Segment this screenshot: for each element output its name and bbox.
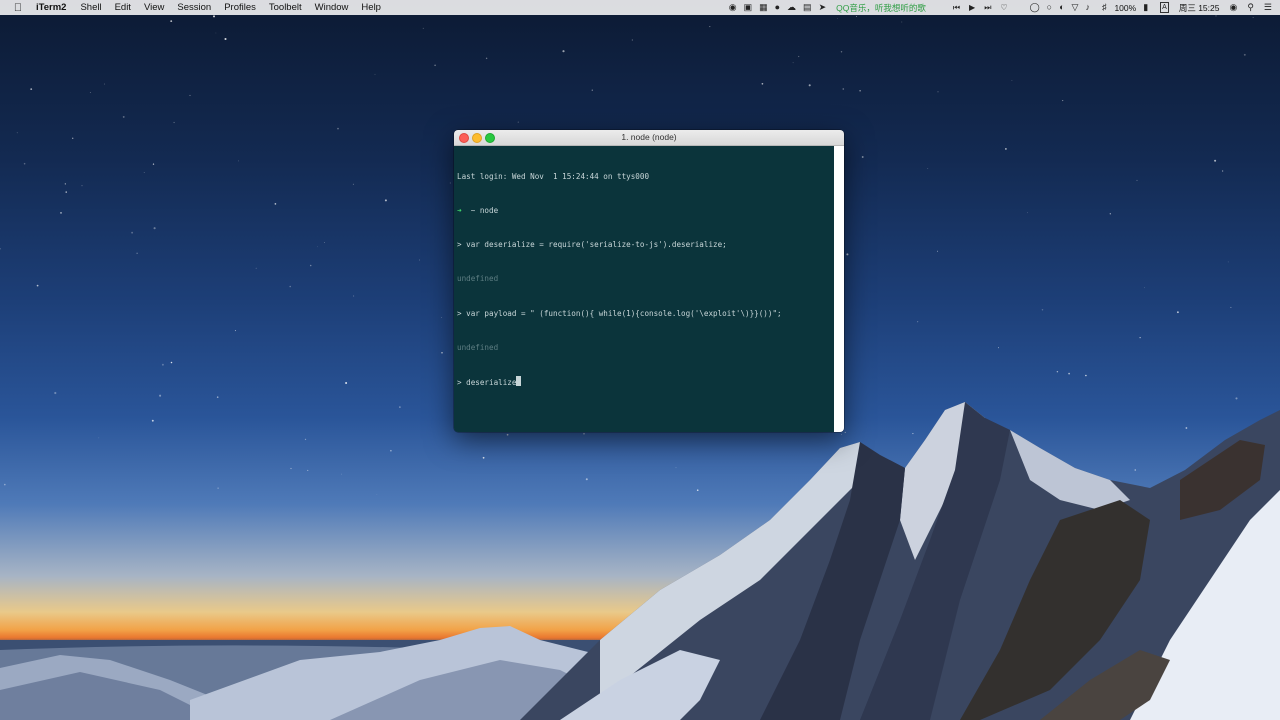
send-icon[interactable]: ➤ [819, 0, 827, 15]
menu-app-name[interactable]: iTerm2 [36, 2, 66, 13]
terminal-line: > var payload = " (function(){ while(1){… [457, 308, 782, 318]
terminal-line: undefined [457, 274, 499, 284]
user-avatar-icon[interactable]: ◉ [1229, 0, 1237, 15]
cloud-icon[interactable]: ☁ [787, 0, 796, 15]
sync-icon[interactable]: ◐ [1059, 0, 1064, 15]
terminal-line: undefined [457, 342, 499, 352]
window-title: 1. node (node) [621, 132, 677, 142]
apple-icon[interactable]:  [0, 2, 36, 14]
wifi-icon[interactable]: ▽ [1072, 0, 1079, 15]
record-icon[interactable]: ◉ [729, 0, 737, 15]
volume-icon[interactable]: ♪ [1085, 0, 1090, 15]
terminal-line: Last login: Wed Nov 1 15:24:44 on ttys00… [457, 171, 650, 181]
terminal-titlebar[interactable]: 1. node (node) [454, 130, 844, 146]
menu-bar:  iTerm2 Shell Edit View Session Profile… [0, 0, 1280, 15]
menu-toolbelt[interactable]: Toolbelt [269, 2, 302, 13]
terminal-output[interactable]: Last login: Wed Nov 1 15:24:44 on ttys00… [454, 146, 834, 432]
menu-profiles[interactable]: Profiles [224, 2, 256, 13]
menu-shell[interactable]: Shell [80, 2, 101, 13]
bluetooth-icon[interactable]: ♯ [1102, 0, 1107, 15]
menu-window[interactable]: Window [315, 2, 349, 13]
terminal-scrollbar[interactable] [834, 146, 844, 432]
battery-percent[interactable]: 100% [1114, 3, 1136, 13]
circle-status-icon[interactable]: ● [775, 0, 780, 15]
status-area: ◉ ▣ ▦ ● ☁ ▤ ➤ QQ音乐，听我想听的歌 ⏮ ▶ ⏭ ♡ ◯ ○ ◐ … [722, 0, 1272, 15]
doc-status-icon[interactable]: ▤ [803, 0, 812, 15]
qq-icon[interactable]: ◯ [1030, 0, 1040, 15]
menu-edit[interactable]: Edit [115, 2, 131, 13]
menu-view[interactable]: View [144, 2, 164, 13]
terminal-line: > var deserialize = require('serialize-t… [457, 240, 727, 250]
terminal-window[interactable]: 1. node (node) Last login: Wed Nov 1 15:… [454, 130, 844, 432]
battery-icon[interactable]: ▮ [1143, 0, 1148, 15]
heart-icon[interactable]: ♡ [1000, 0, 1007, 15]
input-method-icon[interactable]: A [1160, 2, 1169, 13]
play-icon[interactable]: ▶ [969, 0, 975, 15]
terminal-input-line[interactable]: > deserialize [457, 376, 831, 387]
grid-status-icon[interactable]: ▦ [759, 0, 768, 15]
qq-music-status[interactable]: QQ音乐，听我想听的歌 [836, 2, 926, 14]
text-cursor [516, 376, 521, 387]
next-track-icon[interactable]: ⏭ [984, 0, 991, 15]
clock[interactable]: 周三 15:25 [1179, 2, 1220, 14]
app-status-icon[interactable]: ▣ [744, 0, 753, 15]
notification-center-icon[interactable]: ☰ [1264, 0, 1272, 15]
current-input[interactable]: > deserialize [457, 378, 516, 387]
terminal-line: ➜ ~ node [457, 205, 831, 216]
menu-session[interactable]: Session [177, 2, 211, 13]
spotlight-search-icon[interactable]: ⚲ [1247, 0, 1254, 15]
menu-help[interactable]: Help [361, 2, 381, 13]
prompt-command: ~ node [461, 206, 499, 216]
wechat-icon[interactable]: ○ [1047, 0, 1052, 15]
previous-track-icon[interactable]: ⏮ [953, 0, 960, 15]
